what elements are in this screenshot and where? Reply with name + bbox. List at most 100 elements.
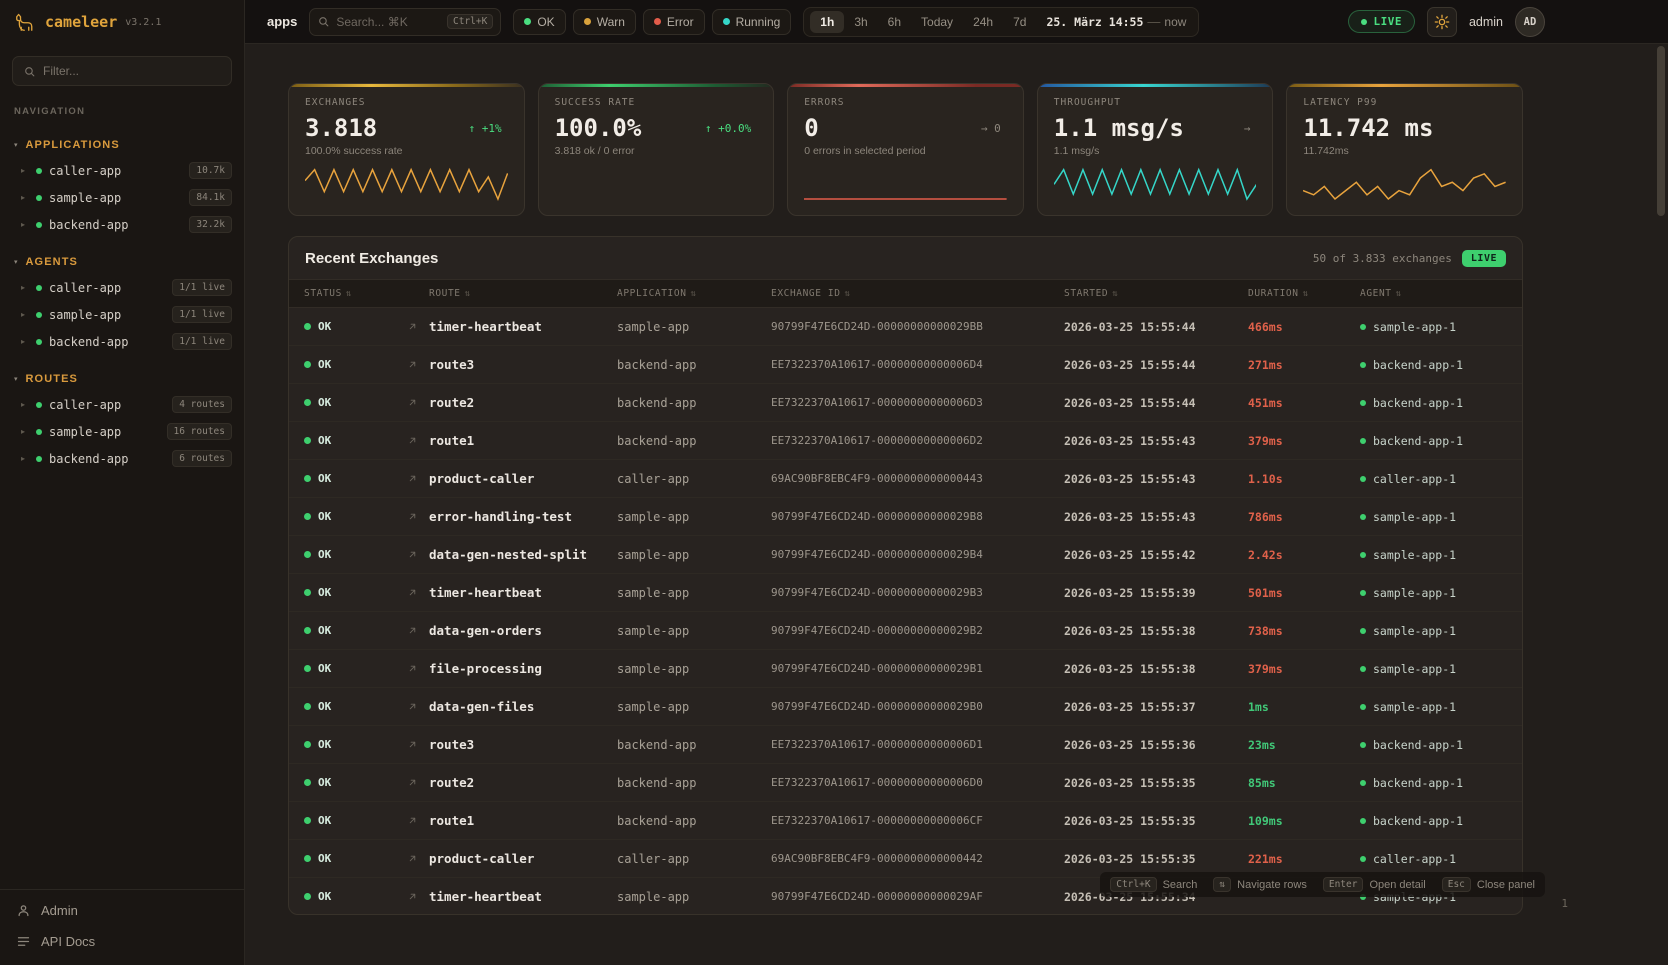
duration-value: 379ms	[1248, 662, 1360, 676]
open-exchange-icon[interactable]	[407, 663, 429, 674]
status-filter-chip[interactable]: Error	[643, 9, 705, 35]
open-exchange-icon[interactable]	[407, 853, 429, 864]
table-row[interactable]: OK route2 backend-app EE7322370A10617-00…	[289, 384, 1522, 422]
open-exchange-icon[interactable]	[407, 777, 429, 788]
count-badge: 10.7k	[189, 162, 232, 179]
open-exchange-icon[interactable]	[407, 473, 429, 484]
sidebar-item-agent[interactable]: ▸ backend-app 1/1 live	[0, 328, 244, 355]
stat-label: EXCHANGES	[305, 97, 508, 108]
stat-card[interactable]: SUCCESS RATE 100.0% ↑ +0.0% 3.818 ok / 0…	[538, 83, 775, 216]
open-exchange-icon[interactable]	[407, 891, 429, 902]
open-exchange-icon[interactable]	[407, 739, 429, 750]
stat-card[interactable]: LATENCY P99 11.742 ms 11.742ms	[1286, 83, 1523, 216]
open-exchange-icon[interactable]	[407, 397, 429, 408]
table-row[interactable]: OK route3 backend-app EE7322370A10617-00…	[289, 726, 1522, 764]
agent-status-dot	[1360, 324, 1366, 330]
status-filter-chip[interactable]: Running	[712, 9, 792, 35]
open-exchange-icon[interactable]	[407, 435, 429, 446]
panel-header: Recent Exchanges 50 of 3.833 exchanges L…	[289, 237, 1522, 279]
table-row[interactable]: OK route1 backend-app EE7322370A10617-00…	[289, 422, 1522, 460]
status-label: OK	[318, 358, 331, 371]
table-row[interactable]: OK route3 backend-app EE7322370A10617-00…	[289, 346, 1522, 384]
table-row[interactable]: OK timer-heartbeat sample-app 90799F47E6…	[289, 574, 1522, 612]
status-filter-chip[interactable]: Warn	[573, 9, 636, 35]
sidebar-item-route[interactable]: ▸ backend-app 6 routes	[0, 445, 244, 472]
sidebar-item-route[interactable]: ▸ sample-app 16 routes	[0, 418, 244, 445]
chevron-right-icon: ▸	[21, 427, 29, 436]
live-indicator[interactable]: LIVE	[1348, 10, 1415, 33]
open-exchange-icon[interactable]	[407, 321, 429, 332]
hint-label: Open detail	[1369, 879, 1425, 891]
open-exchange-icon[interactable]	[407, 625, 429, 636]
open-exchange-icon[interactable]	[407, 549, 429, 560]
status-dot	[304, 627, 311, 634]
time-range-button[interactable]: 7d	[1003, 11, 1036, 33]
exchange-id: EE7322370A10617-00000000000006D2	[771, 434, 1064, 447]
sidebar-item-application[interactable]: ▸ backend-app 32.2k	[0, 211, 244, 238]
sidebar-item-api-docs[interactable]: API Docs	[0, 926, 244, 957]
table-row[interactable]: OK route2 backend-app EE7322370A10617-00…	[289, 764, 1522, 802]
section-header-routes[interactable]: ▾ ROUTES	[0, 367, 244, 391]
time-range-button[interactable]: Today	[911, 11, 963, 33]
stat-card[interactable]: EXCHANGES 3.818 ↑ +1% 100.0% success rat…	[288, 83, 525, 216]
table-row[interactable]: OK data-gen-nested-split sample-app 9079…	[289, 536, 1522, 574]
scrollbar-thumb[interactable]	[1657, 46, 1665, 216]
open-exchange-icon[interactable]	[407, 587, 429, 598]
agent-cell: caller-app-1	[1360, 852, 1522, 866]
column-header-exchange-id[interactable]: EXCHANGE ID⇅	[771, 288, 1064, 299]
now-button[interactable]: now	[1164, 15, 1192, 29]
table-row[interactable]: OK timer-heartbeat sample-app 90799F47E6…	[289, 308, 1522, 346]
table-row[interactable]: OK error-handling-test sample-app 90799F…	[289, 498, 1522, 536]
sidebar-item-agent[interactable]: ▸ sample-app 1/1 live	[0, 301, 244, 328]
app-logo[interactable]: cameleer v3.2.1	[0, 0, 244, 44]
agent-status-dot	[1360, 818, 1366, 824]
exchange-id: EE7322370A10617-00000000000006CF	[771, 814, 1064, 827]
avatar[interactable]: AD	[1515, 7, 1545, 37]
open-exchange-icon[interactable]	[407, 701, 429, 712]
section-header-agents[interactable]: ▾ AGENTS	[0, 250, 244, 274]
table-row[interactable]: OK route1 backend-app EE7322370A10617-00…	[289, 802, 1522, 840]
sidebar-filter-input[interactable]	[43, 64, 221, 78]
column-header-status[interactable]: STATUS⇅	[304, 288, 407, 299]
column-header-application[interactable]: APPLICATION⇅	[617, 288, 771, 299]
column-header-duration[interactable]: DURATION⇅	[1248, 288, 1360, 299]
table-row[interactable]: OK product-caller caller-app 69AC90BF8EB…	[289, 460, 1522, 498]
hint-key-kbd: Esc	[1442, 877, 1471, 892]
sidebar-item-agent[interactable]: ▸ caller-app 1/1 live	[0, 274, 244, 301]
sort-icon: ⇅	[346, 289, 352, 299]
stat-card[interactable]: ERRORS 0 → 0 0 errors in selected period	[787, 83, 1024, 216]
status-filter-chip[interactable]: OK	[513, 9, 565, 35]
sidebar-item-route[interactable]: ▸ caller-app 4 routes	[0, 391, 244, 418]
section-header-applications[interactable]: ▾ APPLICATIONS	[0, 133, 244, 157]
agent-name: caller-app-1	[1373, 472, 1456, 486]
main-content: EXCHANGES 3.818 ↑ +1% 100.0% success rat…	[245, 44, 1668, 965]
hint-label: Search	[1163, 879, 1198, 891]
table-row[interactable]: OK data-gen-files sample-app 90799F47E6C…	[289, 688, 1522, 726]
open-exchange-icon[interactable]	[407, 359, 429, 370]
time-range-button[interactable]: 3h	[844, 11, 877, 33]
column-header-started[interactable]: STARTED⇅	[1064, 288, 1248, 299]
duration-value: 501ms	[1248, 586, 1360, 600]
column-header-agent[interactable]: AGENT⇅	[1360, 288, 1522, 299]
global-search[interactable]: Ctrl+K	[309, 8, 501, 36]
open-exchange-icon[interactable]	[407, 511, 429, 522]
table-row[interactable]: OK data-gen-orders sample-app 90799F47E6…	[289, 612, 1522, 650]
agent-cell: backend-app-1	[1360, 776, 1522, 790]
sidebar-item-admin[interactable]: Admin	[0, 895, 244, 926]
time-range-button[interactable]: 1h	[810, 11, 844, 33]
sidebar-filter[interactable]	[12, 56, 232, 86]
theme-toggle-button[interactable]	[1427, 7, 1457, 37]
time-range-button[interactable]: 6h	[878, 11, 911, 33]
table-row[interactable]: OK file-processing sample-app 90799F47E6…	[289, 650, 1522, 688]
sidebar-item-label: backend-app	[49, 218, 182, 232]
stat-card[interactable]: THROUGHPUT 1.1 msg/s → 1.1 msg/s	[1037, 83, 1274, 216]
open-exchange-icon[interactable]	[407, 815, 429, 826]
agent-status-dot	[1360, 476, 1366, 482]
keyboard-hint: Ctrl+K Search	[1110, 877, 1197, 892]
sidebar-item-application[interactable]: ▸ sample-app 84.1k	[0, 184, 244, 211]
status-dot	[304, 893, 311, 900]
time-range-button[interactable]: 24h	[963, 11, 1003, 33]
search-input[interactable]	[336, 15, 441, 29]
column-header-route[interactable]: ROUTE⇅	[429, 288, 617, 299]
sidebar-item-application[interactable]: ▸ caller-app 10.7k	[0, 157, 244, 184]
